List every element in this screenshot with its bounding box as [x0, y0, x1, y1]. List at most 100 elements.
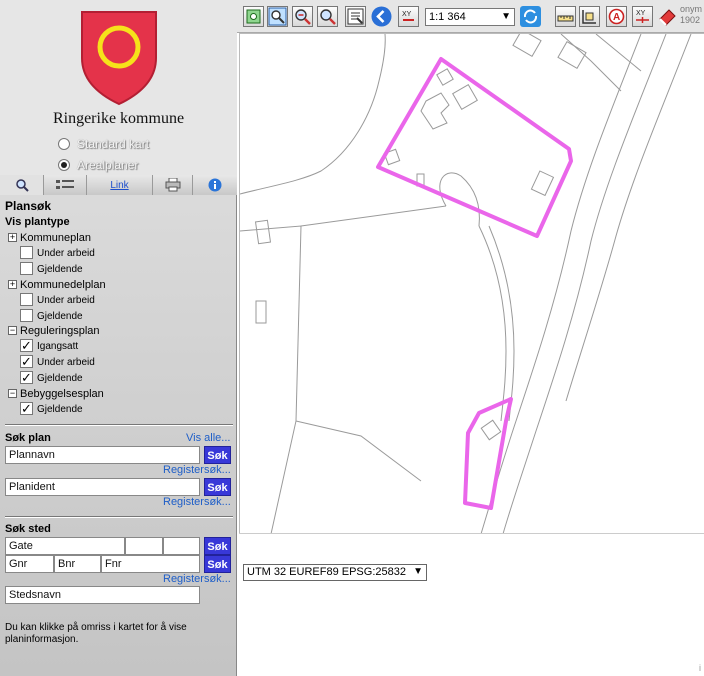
sok-gnr-button[interactable]: Søk	[204, 555, 231, 573]
divider	[5, 516, 233, 518]
tree-label: Kommuneplan	[20, 231, 91, 244]
back-button[interactable]	[371, 6, 392, 27]
registersok-link[interactable]: Registersøk...	[163, 496, 231, 508]
zoom-in-button[interactable]	[292, 6, 313, 27]
filter-bebyggelsesplan-gjeldende[interactable]: ✓ Gjeldende	[20, 400, 83, 415]
tab-info[interactable]	[193, 175, 237, 195]
coordinate-button[interactable]: XY	[632, 6, 653, 27]
left-panel: Ringerike kommune Standard kart Arealpla…	[0, 0, 237, 676]
tree-kommuneplan[interactable]: + Kommuneplan	[8, 231, 91, 244]
registersok-link[interactable]: Registersøk...	[163, 464, 231, 476]
fnr-input[interactable]: Fnr	[101, 555, 200, 573]
checkbox-checked[interactable]: ✓	[20, 339, 33, 352]
measure-area-button[interactable]	[579, 6, 600, 27]
building	[530, 170, 555, 197]
map-drawing[interactable]	[240, 34, 704, 533]
filter-kommunedelplan-gjeldende[interactable]: Gjeldende	[20, 307, 83, 322]
refresh-button[interactable]	[520, 6, 541, 27]
checkbox-label: Under arbeid	[37, 295, 95, 306]
tree-kommunedelplan[interactable]: + Kommunedelplan	[8, 278, 106, 291]
measure-icon	[557, 15, 574, 22]
tree-label: Bebyggelsesplan	[20, 387, 104, 400]
tree-reguleringsplan[interactable]: − Reguleringsplan	[8, 324, 100, 337]
tab-legend[interactable]	[44, 175, 87, 195]
parcel-boundary	[240, 225, 302, 533]
checkbox-label: Under arbeid	[37, 357, 95, 368]
chevron-down-icon: ▼	[501, 11, 511, 22]
vis-alle-link[interactable]: Vis alle...	[186, 432, 230, 444]
tab-search[interactable]	[0, 175, 44, 195]
measure-button[interactable]	[555, 6, 576, 27]
sok-planident-button[interactable]: Søk	[204, 478, 231, 496]
collapse-icon[interactable]: −	[8, 326, 17, 335]
status-indicator: i	[699, 663, 701, 673]
zoom-area-button[interactable]	[267, 6, 288, 27]
building	[452, 84, 478, 110]
building	[512, 34, 542, 57]
checkbox[interactable]	[20, 309, 33, 322]
tab-link[interactable]: Link	[87, 175, 153, 195]
sok-plannavn-button[interactable]: Søk	[204, 446, 231, 464]
checkbox-checked[interactable]: ✓	[20, 402, 33, 415]
link-tab-label[interactable]: Link	[110, 180, 128, 191]
checkbox-checked[interactable]: ✓	[20, 371, 33, 384]
gnr-input[interactable]: Gnr	[5, 555, 54, 573]
pan-button[interactable]	[345, 6, 366, 27]
map-option-standard[interactable]: Standard kart	[58, 136, 149, 152]
checkbox-label: Gjeldende	[37, 264, 83, 275]
checkbox[interactable]	[20, 293, 33, 306]
municipality-header: Ringerike kommune Standard kart Arealpla…	[0, 0, 237, 175]
filter-reguleringsplan-under-arbeid[interactable]: ✓ Under arbeid	[20, 353, 95, 368]
parcel-boundary	[560, 34, 622, 92]
map-option-arealplaner[interactable]: Arealplaner	[58, 157, 138, 173]
map-canvas[interactable]	[239, 33, 704, 533]
sok-plan-heading: Søk plan	[5, 432, 51, 444]
planident-input[interactable]: Planident	[5, 478, 200, 496]
gate-input[interactable]: Gate	[5, 537, 125, 555]
sok-gate-button[interactable]: Søk	[204, 537, 231, 555]
house-letter-input[interactable]	[163, 537, 200, 555]
radio-arealplaner[interactable]	[58, 159, 70, 171]
tree-bebyggelsesplan[interactable]: − Bebyggelsesplan	[8, 387, 104, 400]
filter-kommunedelplan-under-arbeid[interactable]: Under arbeid	[20, 291, 95, 306]
checkbox-label: Igangsatt	[37, 341, 79, 352]
radio-standard-kart[interactable]	[58, 138, 70, 150]
stedsnavn-input[interactable]: Stedsnavn	[5, 586, 200, 604]
coat-of-arms-logo	[81, 11, 157, 106]
checkbox-checked[interactable]: ✓	[20, 355, 33, 368]
plan-outline[interactable]	[376, 57, 573, 238]
checkbox[interactable]	[20, 246, 33, 259]
filter-kommuneplan-under-arbeid[interactable]: Under arbeid	[20, 244, 95, 259]
collapse-icon[interactable]: −	[8, 389, 17, 398]
bnr-input[interactable]: Bnr	[54, 555, 101, 573]
filter-reguleringsplan-gjeldende[interactable]: ✓ Gjeldende	[20, 369, 83, 384]
help-text: Du kan klikke på omriss i kartet for å v…	[5, 622, 187, 645]
building	[557, 41, 587, 69]
registersok-link[interactable]: Registersøk...	[163, 573, 231, 585]
back-icon	[371, 6, 392, 27]
goto-xy-button[interactable]: XY	[398, 6, 419, 27]
checkbox[interactable]	[20, 262, 33, 275]
plansok-title: Plansøk	[5, 199, 52, 213]
house-number-input[interactable]	[125, 537, 163, 555]
text-label-button[interactable]: A	[606, 6, 627, 27]
filter-kommuneplan-gjeldende[interactable]: Gjeldende	[20, 260, 83, 275]
scale-value: 1:1 364	[429, 11, 466, 23]
eraser-button[interactable]	[657, 6, 678, 27]
zoom-out-button[interactable]	[317, 6, 338, 27]
zoom-extent-button[interactable]	[243, 6, 264, 27]
expand-icon[interactable]: +	[8, 233, 17, 242]
coordinate-readout: onym 1902	[680, 4, 702, 26]
expand-icon[interactable]: +	[8, 280, 17, 289]
radio-label: Standard kart	[77, 137, 150, 151]
building	[420, 92, 450, 130]
shoreline	[240, 34, 386, 195]
tab-print[interactable]	[153, 175, 193, 195]
checkbox-label: Under arbeid	[37, 248, 95, 259]
plan-outline[interactable]	[463, 397, 513, 510]
crs-select[interactable]: UTM 32 EUREF89 EPSG:25832 ▼	[243, 564, 427, 581]
scale-select[interactable]: 1:1 364 ▼	[425, 8, 515, 26]
tree-label: Reguleringsplan	[20, 324, 100, 337]
filter-reguleringsplan-igangsatt[interactable]: ✓ Igangsatt	[20, 337, 78, 352]
plannavn-input[interactable]: Plannavn	[5, 446, 200, 464]
